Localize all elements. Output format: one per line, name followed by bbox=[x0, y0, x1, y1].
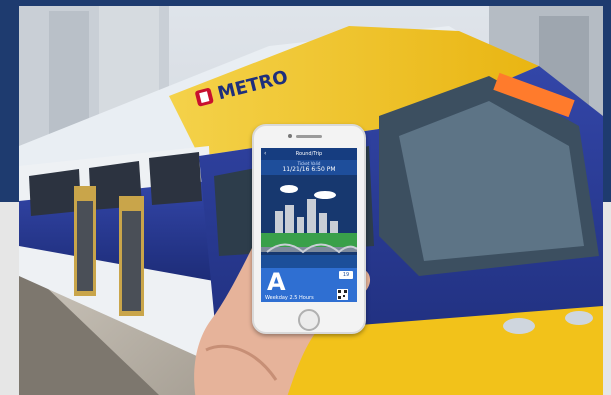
phone-screen: ‹ Round/Trip Ticket Valid 11/21/16 6:50 … bbox=[261, 148, 357, 302]
smartphone: ‹ Round/Trip Ticket Valid 11/21/16 6:50 … bbox=[252, 124, 366, 334]
fare-panel: A Weekday 2.5 Hours 19 bbox=[261, 268, 357, 302]
screen-topbar: ‹ Round/Trip bbox=[261, 148, 357, 160]
image-frame: METRO ‹ Round/Trip Ticket Valid 11/21/16… bbox=[0, 0, 611, 395]
front-camera bbox=[288, 134, 292, 138]
speaker bbox=[296, 135, 322, 138]
qr-code-icon[interactable] bbox=[337, 289, 348, 300]
fare-type: Weekday 2.5 Hours bbox=[265, 295, 314, 301]
city-illustration bbox=[261, 175, 357, 268]
badge: 19 bbox=[339, 271, 353, 279]
ticket-valid-until: 11/21/16 6:50 PM bbox=[282, 166, 336, 173]
screen-title: Round/Trip bbox=[295, 151, 323, 157]
home-button[interactable] bbox=[298, 309, 320, 331]
cloud-icon bbox=[280, 185, 336, 199]
back-arrow-icon[interactable]: ‹ bbox=[264, 148, 266, 160]
fare-letter: A bbox=[267, 268, 286, 296]
